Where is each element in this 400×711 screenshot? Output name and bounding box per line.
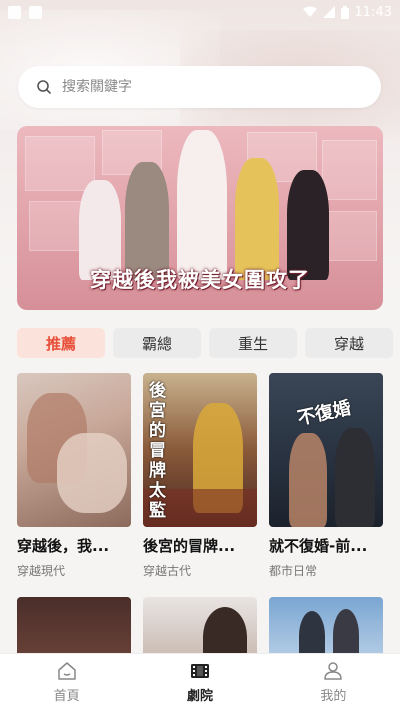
nav-home[interactable]: 首頁: [0, 654, 133, 711]
drama-poster[interactable]: [17, 373, 131, 527]
drama-poster[interactable]: [143, 597, 257, 661]
drama-tag: 穿越古代: [143, 564, 192, 578]
wifi-icon: [302, 6, 317, 17]
nav-theater-label: 劇院: [186, 689, 213, 704]
banner-title: 穿越後我被美女圍攻了: [90, 267, 310, 292]
tab-recommended[interactable]: 推薦: [17, 328, 105, 358]
nav-home-label: 首頁: [53, 689, 80, 704]
status-time: 11:43: [354, 4, 392, 20]
drama-card[interactable]: 穿越後，我... 穿越現代: [17, 373, 131, 579]
battery-icon: [340, 5, 349, 19]
drama-poster[interactable]: 不復婚: [269, 373, 383, 527]
search-icon: [37, 80, 51, 94]
search-bar[interactable]: [18, 66, 381, 108]
drama-card[interactable]: 不復婚 就不復婚-前... 都市日常: [269, 373, 383, 579]
drama-poster[interactable]: [17, 597, 131, 661]
drama-grid: 穿越後，我... 穿越現代 後宮的冒牌太監 後宮的冒牌... 穿越古代 不復婚 …: [17, 373, 383, 661]
poster-title-text: 不復婚: [295, 397, 353, 430]
profile-icon: [324, 662, 343, 680]
drama-tag: 穿越現代: [17, 564, 66, 578]
drama-title: 穿越後，我...: [17, 537, 110, 555]
category-tabs: 推薦 霸總 重生 穿越: [17, 328, 400, 360]
status-bar: 11:43: [0, 0, 400, 24]
drama-tag: 都市日常: [269, 564, 318, 578]
drama-title: 就不復婚-前...: [269, 537, 368, 555]
nav-theater[interactable]: 劇院: [133, 654, 266, 711]
film-icon: [190, 664, 209, 678]
search-input[interactable]: [62, 79, 342, 95]
drama-card[interactable]: [143, 597, 257, 661]
tab-ceo[interactable]: 霸總: [113, 328, 201, 358]
poster-title-text: 後宮的冒牌太監: [149, 381, 166, 521]
app-notification-icon: [29, 5, 42, 19]
drama-title: 後宮的冒牌...: [143, 537, 236, 555]
notification-icon: [8, 5, 21, 19]
home-icon: [57, 662, 76, 680]
drama-card[interactable]: [17, 597, 131, 661]
drama-poster[interactable]: [269, 597, 383, 661]
nav-profile[interactable]: 我的: [267, 654, 400, 711]
drama-card[interactable]: [269, 597, 383, 661]
bottom-navigation: 首頁 劇院 我的: [0, 653, 400, 711]
signal-icon: [322, 6, 335, 18]
drama-poster[interactable]: 後宮的冒牌太監: [143, 373, 257, 527]
featured-banner[interactable]: 穿越後我被美女圍攻了: [17, 126, 383, 310]
tab-time-travel[interactable]: 穿越: [305, 328, 393, 358]
nav-profile-label: 我的: [320, 689, 347, 704]
drama-card[interactable]: 後宮的冒牌太監 後宮的冒牌... 穿越古代: [143, 373, 257, 579]
tab-rebirth[interactable]: 重生: [209, 328, 297, 358]
